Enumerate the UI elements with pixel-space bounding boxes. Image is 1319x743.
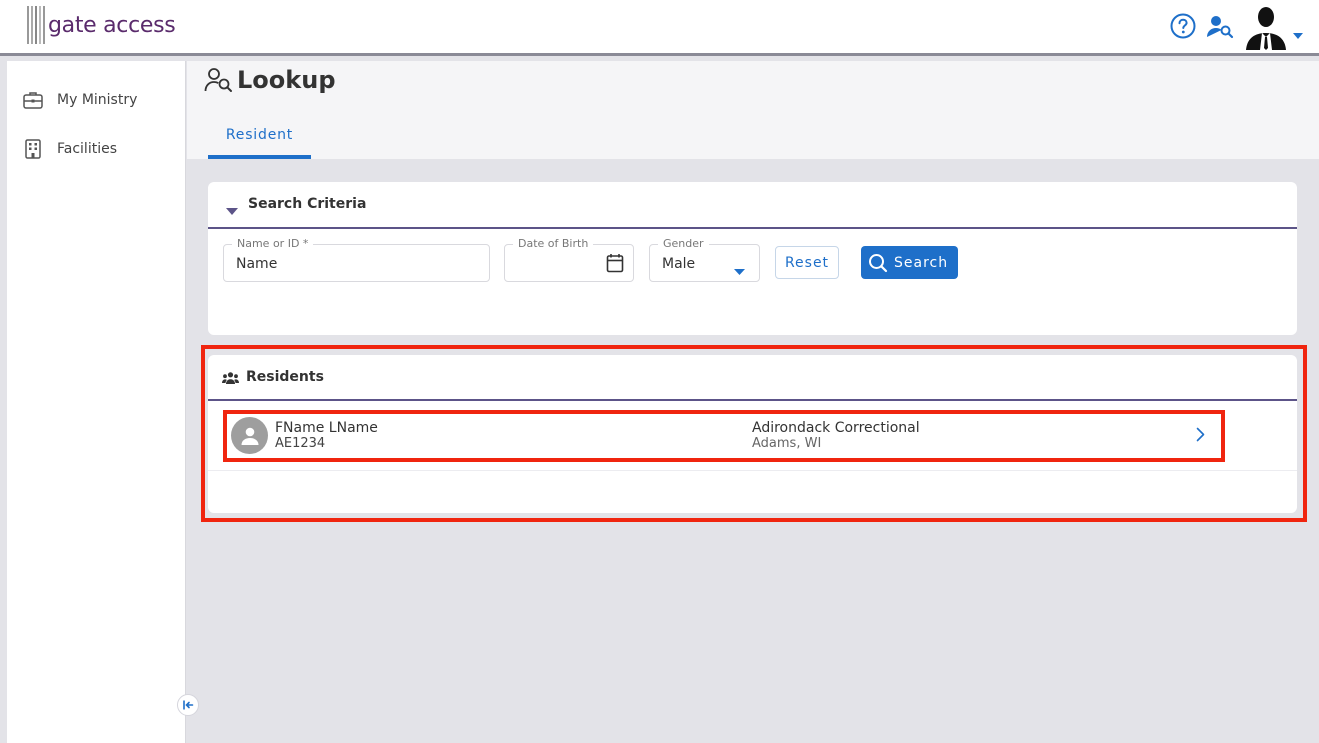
logo-text: gate access [48, 12, 176, 38]
collapse-left-icon [183, 700, 194, 710]
tab-resident[interactable]: Resident [208, 123, 311, 159]
search-button[interactable]: Search [861, 246, 958, 279]
residents-card: Residents FName LName AE1234 Adirondack … [208, 355, 1297, 513]
sidebar-item-label: Facilities [57, 141, 117, 157]
card-divider [208, 227, 1297, 229]
search-criteria-card: Search Criteria Name or ID * Name Date o… [208, 182, 1297, 335]
page-header: Lookup Resident [187, 61, 1319, 159]
sidebar-item-facilities[interactable]: Facilities [22, 137, 117, 161]
reset-button[interactable]: Reset [775, 246, 839, 279]
field-value: Male [662, 256, 696, 272]
top-bar: gate access [0, 0, 1319, 56]
gender-select[interactable]: Gender Male [649, 237, 760, 282]
profile-avatar-icon[interactable] [1244, 4, 1288, 54]
resident-facility: Adirondack Correctional [752, 420, 920, 436]
sidebar-item-label: My Ministry [57, 92, 138, 108]
briefcase-icon [22, 89, 44, 111]
resident-location: Adams, WI [752, 436, 822, 451]
page-title: Lookup [237, 66, 336, 94]
building-icon [22, 138, 44, 160]
sidebar-item-my-ministry[interactable]: My Ministry [22, 88, 137, 112]
user-search-icon [204, 67, 234, 97]
logo-bars-icon [27, 6, 46, 44]
users-icon [222, 370, 239, 389]
resident-row[interactable]: FName LName AE1234 Adirondack Correction… [208, 400, 1297, 471]
calendar-icon[interactable] [606, 253, 624, 277]
field-label: Date of Birth [513, 237, 594, 250]
caret-down-icon[interactable] [734, 261, 745, 280]
logo[interactable]: gate access [27, 6, 176, 44]
search-criteria-title: Search Criteria [248, 196, 367, 212]
sidebar: My Ministry Facilities [7, 61, 186, 743]
tab-label: Resident [225, 127, 294, 143]
resident-id: AE1234 [275, 436, 326, 451]
chevron-right-icon[interactable] [1196, 427, 1205, 446]
help-icon[interactable] [1170, 13, 1196, 43]
tab-active-indicator [208, 155, 311, 159]
field-label: Name or ID * [232, 237, 314, 250]
field-value: Name [236, 256, 278, 272]
search-button-label: Search [894, 254, 949, 271]
caret-down-icon[interactable] [1293, 25, 1303, 44]
field-label: Gender [658, 237, 709, 250]
user-search-icon[interactable] [1206, 13, 1234, 43]
name-or-id-field[interactable]: Name or ID * Name [223, 237, 490, 282]
resident-name: FName LName [275, 420, 378, 436]
avatar [231, 417, 268, 454]
collapse-sidebar-button[interactable] [177, 694, 199, 716]
person-icon [241, 427, 258, 445]
search-icon [868, 253, 888, 273]
caret-down-icon[interactable] [226, 201, 238, 220]
date-of-birth-field[interactable]: Date of Birth [504, 237, 634, 282]
residents-title: Residents [246, 369, 324, 385]
